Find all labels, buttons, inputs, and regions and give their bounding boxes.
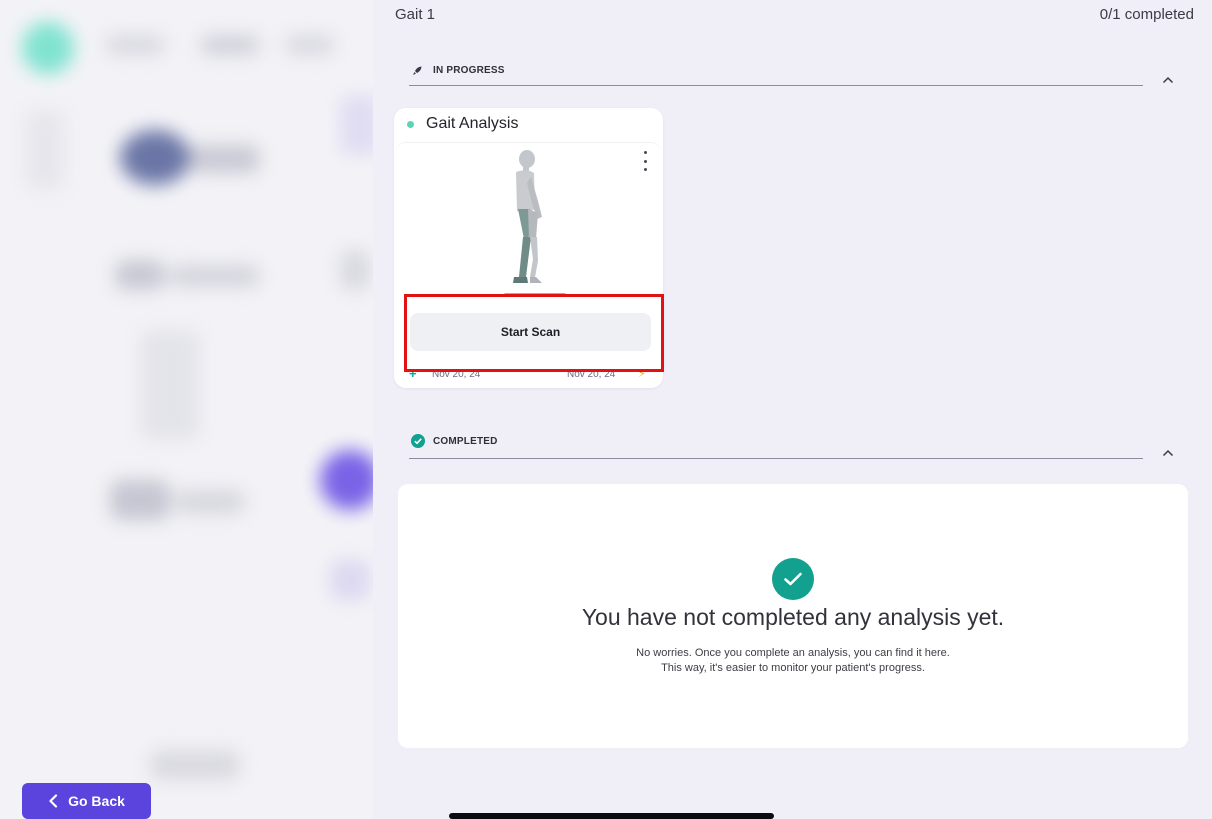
empty-state-description: No worries. Once you complete an analysi… xyxy=(398,646,1188,676)
collapse-completed-chevron-icon[interactable] xyxy=(1158,443,1178,463)
gait-figure-image xyxy=(396,142,661,303)
card-title: Gait Analysis xyxy=(426,115,519,132)
empty-state-line-2: This way, it's easier to monitor your pa… xyxy=(661,662,925,674)
gait-analysis-card[interactable]: Gait Analysis Start Scan + Nov 20, 24 No… xyxy=(394,108,663,388)
plus-icon: + xyxy=(409,366,417,381)
date-created: Nov 20, 24 xyxy=(432,369,481,380)
empty-state-title: You have not completed any analysis yet. xyxy=(581,604,1005,630)
status-dot xyxy=(407,121,414,128)
chevron-left-icon xyxy=(49,794,58,808)
check-circle-icon xyxy=(411,434,425,453)
card-dates: + Nov 20, 24 Nov 20, 24 ⚡ xyxy=(394,366,663,382)
rocket-icon xyxy=(411,64,423,82)
main-panel: Gait 1 0/1 completed IN PROGRESS Gait An… xyxy=(373,0,1212,819)
home-indicator xyxy=(449,813,774,819)
completed-label: COMPLETED xyxy=(433,436,498,447)
walking-person-icon xyxy=(504,150,566,296)
more-options-icon[interactable] xyxy=(641,151,649,171)
empty-state-card: You have not completed any analysis yet.… xyxy=(398,484,1188,748)
go-back-label: Go Back xyxy=(68,793,125,809)
progress-count: 0/1 completed xyxy=(1099,6,1194,23)
completed-header: COMPLETED xyxy=(409,432,1143,459)
start-scan-button[interactable]: Start Scan xyxy=(410,313,651,351)
go-back-button[interactable]: Go Back xyxy=(22,783,151,819)
in-progress-label: IN PROGRESS xyxy=(433,65,505,76)
blurred-background-panel xyxy=(0,0,373,819)
checkmark-icon xyxy=(772,558,814,600)
collapse-in-progress-chevron-icon[interactable] xyxy=(1158,70,1178,90)
date-due: Nov 20, 24 xyxy=(567,369,616,380)
empty-state-line-1: No worries. Once you complete an analysi… xyxy=(636,647,950,659)
lightning-icon: ⚡ xyxy=(638,368,646,380)
in-progress-header: IN PROGRESS xyxy=(409,63,1143,86)
page-title: Gait 1 xyxy=(395,6,436,23)
